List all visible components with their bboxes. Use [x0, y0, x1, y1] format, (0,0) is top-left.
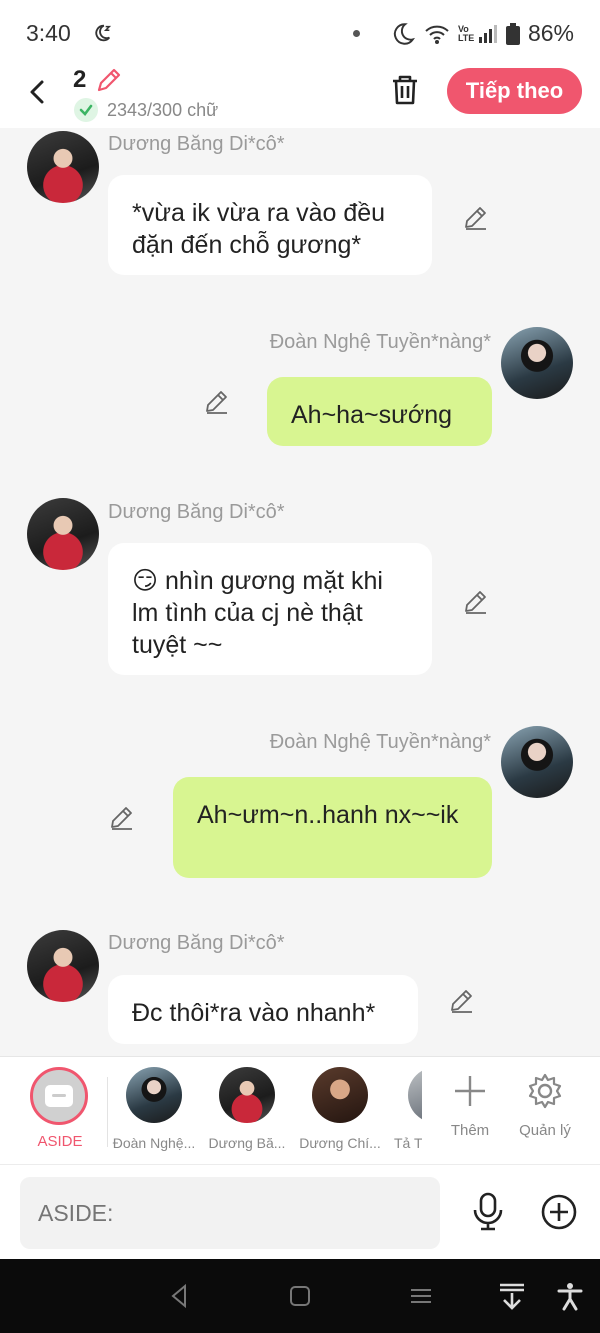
pencil-icon[interactable]	[95, 66, 123, 94]
next-button[interactable]: Tiếp theo	[447, 68, 582, 114]
avatar	[312, 1067, 368, 1123]
message-bubble[interactable]: Ah~ha~sướng	[267, 377, 492, 446]
sender-name: Đoàn Nghệ Tuyền*nàng*	[269, 331, 491, 353]
character-name: Dương Bă...	[208, 1135, 286, 1151]
plus-icon	[455, 1076, 485, 1106]
edit-icon[interactable]	[108, 803, 136, 831]
battery-percent: 86%	[527, 20, 574, 46]
battery-icon	[505, 22, 520, 45]
message-bubble[interactable]: *vừa ik vừa ra vào đều đặn đến chỗ gương…	[108, 175, 432, 275]
accessibility-icon[interactable]	[555, 1281, 585, 1311]
part-count: 2	[73, 66, 87, 93]
edit-icon[interactable]	[462, 587, 490, 615]
network-label: Vo LTE	[457, 23, 475, 43]
edit-icon[interactable]	[203, 387, 231, 415]
edit-icon[interactable]	[448, 986, 476, 1014]
add-character-button[interactable]: Thêm	[435, 1071, 505, 1139]
character-bar: ASIDE Đoàn Nghệ... Dương Bă... Dương Chí…	[0, 1056, 600, 1164]
character-item[interactable]: Tả T	[390, 1067, 422, 1151]
nav-home-icon[interactable]	[285, 1281, 315, 1311]
character-item[interactable]: Dương Bă...	[202, 1067, 292, 1151]
check-icon	[74, 98, 98, 122]
sender-name: Dương Băng Di*cô*	[108, 501, 285, 523]
sender-name: Dương Băng Di*cô*	[108, 133, 285, 155]
divider	[107, 1077, 108, 1147]
moon-icon	[393, 22, 415, 45]
avatar[interactable]	[27, 930, 99, 1002]
chat-header: 2 2343/300 chữ Tiếp theo	[0, 64, 600, 128]
sender-name: Dương Băng Di*cô*	[108, 932, 285, 954]
chat-area: Dương Băng Di*cô* *vừa ik vừa ra vào đều…	[0, 128, 600, 1056]
avatar	[126, 1067, 182, 1123]
manage-label: Quản lý	[519, 1122, 571, 1139]
manage-button[interactable]: Quản lý	[510, 1071, 580, 1139]
avatar[interactable]	[27, 498, 99, 570]
system-nav-bar	[0, 1259, 600, 1333]
add-circle-icon[interactable]	[540, 1193, 578, 1231]
message-bubble[interactable]: Đc thôi*ra vào nhanh*	[108, 975, 418, 1044]
avatar[interactable]	[501, 726, 573, 798]
aside-selector[interactable]: ASIDE	[30, 1067, 90, 1150]
input-bar	[0, 1164, 600, 1259]
aside-icon	[30, 1067, 88, 1125]
character-name: Tả T	[394, 1135, 422, 1151]
avatar	[219, 1067, 275, 1123]
nav-collapse-icon[interactable]	[497, 1281, 527, 1311]
notification-dot	[352, 30, 360, 37]
wifi-icon	[425, 25, 449, 44]
character-item[interactable]: Dương Chí...	[295, 1067, 385, 1151]
edit-icon[interactable]	[462, 203, 490, 231]
character-name: Đoàn Nghệ...	[112, 1135, 196, 1151]
avatar[interactable]	[501, 327, 573, 399]
avatar	[408, 1067, 422, 1123]
aside-label: ASIDE	[37, 1133, 83, 1150]
gear-icon	[528, 1073, 562, 1109]
status-bar: 3:40 Vo LTE 86%	[0, 0, 600, 64]
trash-icon[interactable]	[388, 70, 422, 110]
status-right: Vo LTE 86%	[352, 20, 574, 47]
nav-menu-icon[interactable]	[406, 1281, 436, 1311]
signal-icon	[478, 24, 497, 43]
microphone-icon[interactable]	[470, 1191, 506, 1231]
message-input[interactable]	[20, 1177, 440, 1249]
character-item[interactable]: Đoàn Nghệ...	[109, 1067, 199, 1151]
character-name: Dương Chí...	[299, 1135, 381, 1151]
moon-z-icon	[95, 24, 112, 42]
message-bubble[interactable]: 😏 nhìn gương mặt khi lm tình của cj nè t…	[108, 543, 432, 675]
more-label: Thêm	[450, 1122, 490, 1139]
nav-back-icon[interactable]	[164, 1281, 194, 1311]
avatar[interactable]	[27, 131, 99, 203]
word-count: 2343/300 chữ	[107, 100, 219, 120]
back-icon[interactable]	[22, 72, 54, 112]
sender-name: Đoàn Nghệ Tuyền*nàng*	[269, 731, 491, 753]
status-time: 3:40	[26, 20, 71, 46]
message-bubble[interactable]: Ah~ưm~n..hanh nx~~ik	[173, 777, 492, 878]
